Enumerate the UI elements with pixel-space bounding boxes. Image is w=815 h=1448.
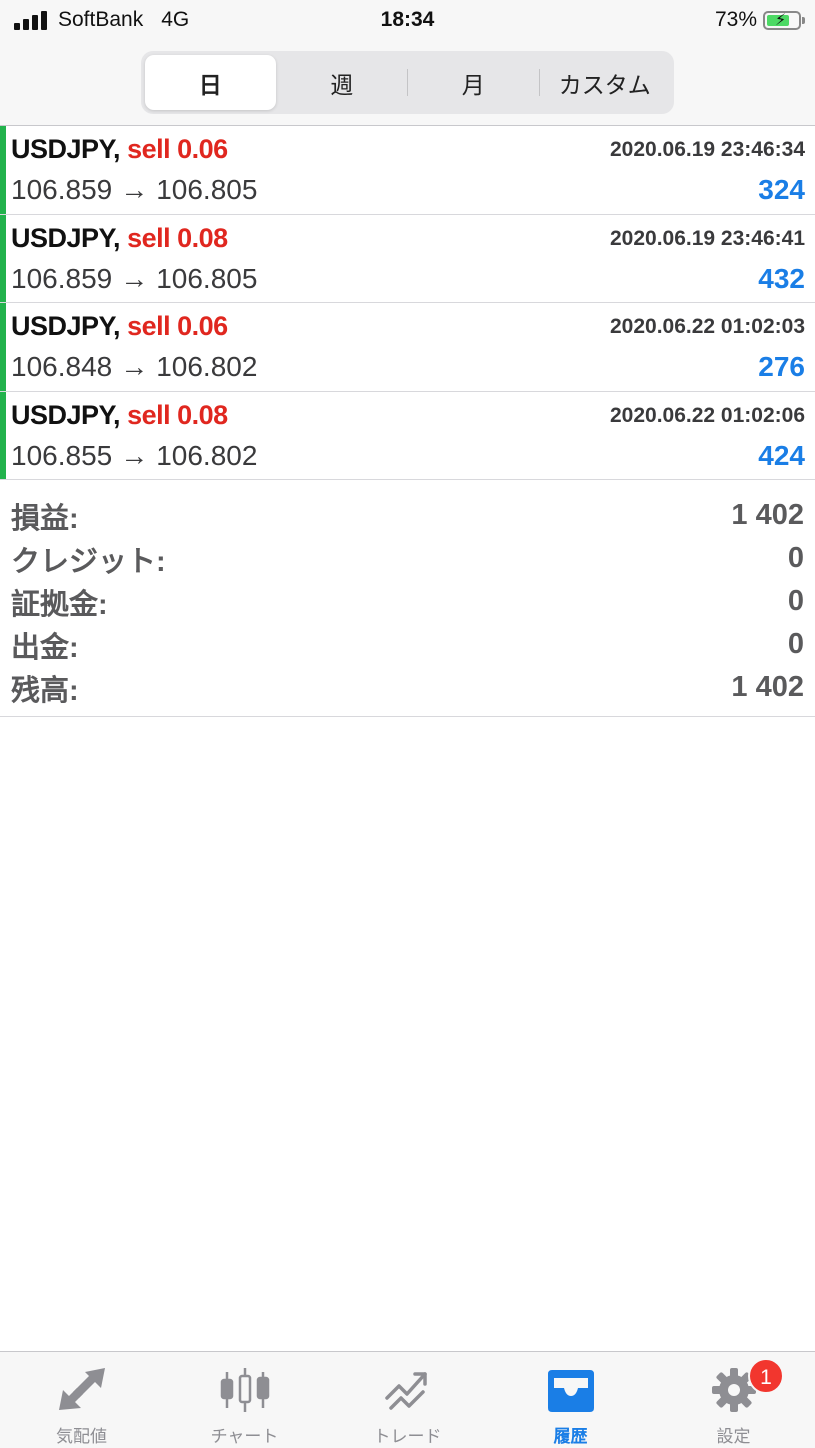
open-price: 106.859 (11, 174, 113, 205)
open-price: 106.859 (11, 262, 113, 294)
trade-row[interactable]: USDJPY, sell 0.06 2020.06.19 23:46:34 10… (0, 126, 815, 215)
trade-title: USDJPY, sell 0.08 (11, 400, 228, 431)
tab-week[interactable]: 週 (277, 55, 408, 110)
header: 日 週 月 カスタム (0, 40, 815, 126)
tab-label: 設定 (716, 1427, 751, 1446)
trade-side-volume: sell 0.06 (127, 134, 228, 164)
summary-label: 損益: (11, 502, 79, 535)
inbox-history-icon (547, 1370, 594, 1412)
quotes-arrows-icon (58, 1368, 105, 1410)
trade-time: 2020.06.22 01:02:03 (610, 315, 805, 338)
arrow-right-icon: → (120, 262, 149, 294)
close-price: 106.802 (156, 351, 258, 382)
arrow-right-icon: → (120, 439, 149, 471)
tab-label: 履歴 (553, 1427, 588, 1446)
summary-value: 1 402 (731, 499, 804, 531)
trade-profit: 324 (758, 174, 805, 205)
clock: 18:34 (380, 8, 435, 31)
trade-prices: 106.848 → 106.802 (11, 351, 257, 383)
open-price: 106.855 (11, 439, 113, 471)
battery-icon: ⚡ (763, 10, 805, 30)
summary-row-withdrawal: 出金: 0 (0, 623, 815, 666)
summary-value: 1 402 (731, 671, 804, 703)
tab-custom[interactable]: カスタム (540, 55, 671, 110)
summary-label: 証拠金: (11, 588, 108, 621)
summary-label: 残高: (11, 674, 79, 707)
trade-side-volume: sell 0.06 (127, 311, 228, 341)
trade-row[interactable]: USDJPY, sell 0.08 2020.06.19 23:46:41 10… (0, 214, 815, 303)
trade-symbol: USDJPY, (11, 399, 121, 430)
tab-label: 気配値 (56, 1427, 107, 1446)
trade-title: USDJPY, sell 0.06 (11, 311, 228, 342)
period-segmented-control: 日 週 月 カスタム (141, 51, 674, 114)
row-accent-bar (0, 303, 6, 391)
trade-prices: 106.859 → 106.805 (11, 174, 257, 206)
tab-day[interactable]: 日 (145, 55, 276, 110)
status-right: 73% ⚡ (714, 8, 805, 32)
summary-value: 0 (787, 585, 804, 617)
tab-settings[interactable]: 設定 1 (652, 1352, 815, 1448)
arrow-right-icon: → (120, 351, 149, 382)
trade-prices: 106.859 → 106.805 (11, 263, 257, 295)
summary-label: クレジット: (11, 545, 166, 578)
tab-label: チャート (210, 1427, 279, 1446)
close-price: 106.805 (156, 262, 258, 294)
account-summary: 損益: 1 402 クレジット: 0 証拠金: 0 出金: 0 残高: 1 40… (0, 488, 815, 717)
arrow-right-icon: → (120, 174, 149, 205)
charging-bolt-icon: ⚡ (775, 11, 787, 29)
row-accent-bar (0, 126, 6, 214)
trade-history-list: USDJPY, sell 0.06 2020.06.19 23:46:34 10… (0, 126, 815, 480)
row-accent-bar (0, 391, 6, 479)
notification-badge: 1 (748, 1358, 784, 1394)
open-price: 106.848 (11, 351, 113, 382)
trade-symbol: USDJPY, (11, 222, 121, 253)
summary-value: 0 (787, 628, 804, 660)
tab-quotes[interactable]: 気配値 (0, 1352, 163, 1448)
close-price: 106.805 (156, 174, 258, 205)
trade-time: 2020.06.19 23:46:34 (610, 138, 805, 161)
bottom-tab-bar: 気配値 チャート トレード 履歴 設定 1 (0, 1351, 815, 1448)
tab-chart[interactable]: チャート (163, 1352, 326, 1448)
trade-profit: 424 (758, 439, 805, 471)
trade-row[interactable]: USDJPY, sell 0.08 2020.06.22 01:02:06 10… (0, 391, 815, 480)
trade-side-volume: sell 0.08 (127, 399, 228, 430)
battery-percent: 73% (714, 8, 757, 31)
summary-value: 0 (787, 542, 804, 574)
trade-title: USDJPY, sell 0.08 (11, 223, 228, 254)
tab-label: トレード (373, 1427, 442, 1446)
tab-trade[interactable]: トレード (326, 1352, 489, 1448)
trade-symbol: USDJPY, (11, 311, 121, 341)
summary-row-balance: 残高: 1 402 (0, 666, 815, 709)
status-bar: SoftBank 4G 18:34 73% ⚡ (0, 0, 815, 40)
trade-title: USDJPY, sell 0.06 (11, 134, 228, 165)
trade-profit: 276 (758, 351, 805, 382)
trade-side-volume: sell 0.08 (127, 222, 228, 253)
summary-row-profit: 損益: 1 402 (0, 494, 815, 537)
row-accent-bar (0, 214, 6, 302)
trade-row[interactable]: USDJPY, sell 0.06 2020.06.22 01:02:03 10… (0, 303, 815, 392)
summary-row-credit: クレジット: 0 (0, 537, 815, 580)
trade-profit: 432 (758, 262, 805, 294)
trade-trend-icon (384, 1372, 427, 1410)
summary-row-margin: 証拠金: 0 (0, 580, 815, 623)
tab-month[interactable]: 月 (408, 55, 539, 110)
trade-time: 2020.06.19 23:46:41 (610, 226, 805, 250)
close-price: 106.802 (156, 439, 258, 471)
trade-time: 2020.06.22 01:02:06 (610, 403, 805, 427)
trade-prices: 106.855 → 106.802 (11, 440, 257, 472)
tab-history[interactable]: 履歴 (489, 1352, 652, 1448)
trade-symbol: USDJPY, (11, 134, 121, 164)
candlestick-chart-icon (220, 1368, 269, 1412)
summary-label: 出金: (11, 631, 79, 664)
